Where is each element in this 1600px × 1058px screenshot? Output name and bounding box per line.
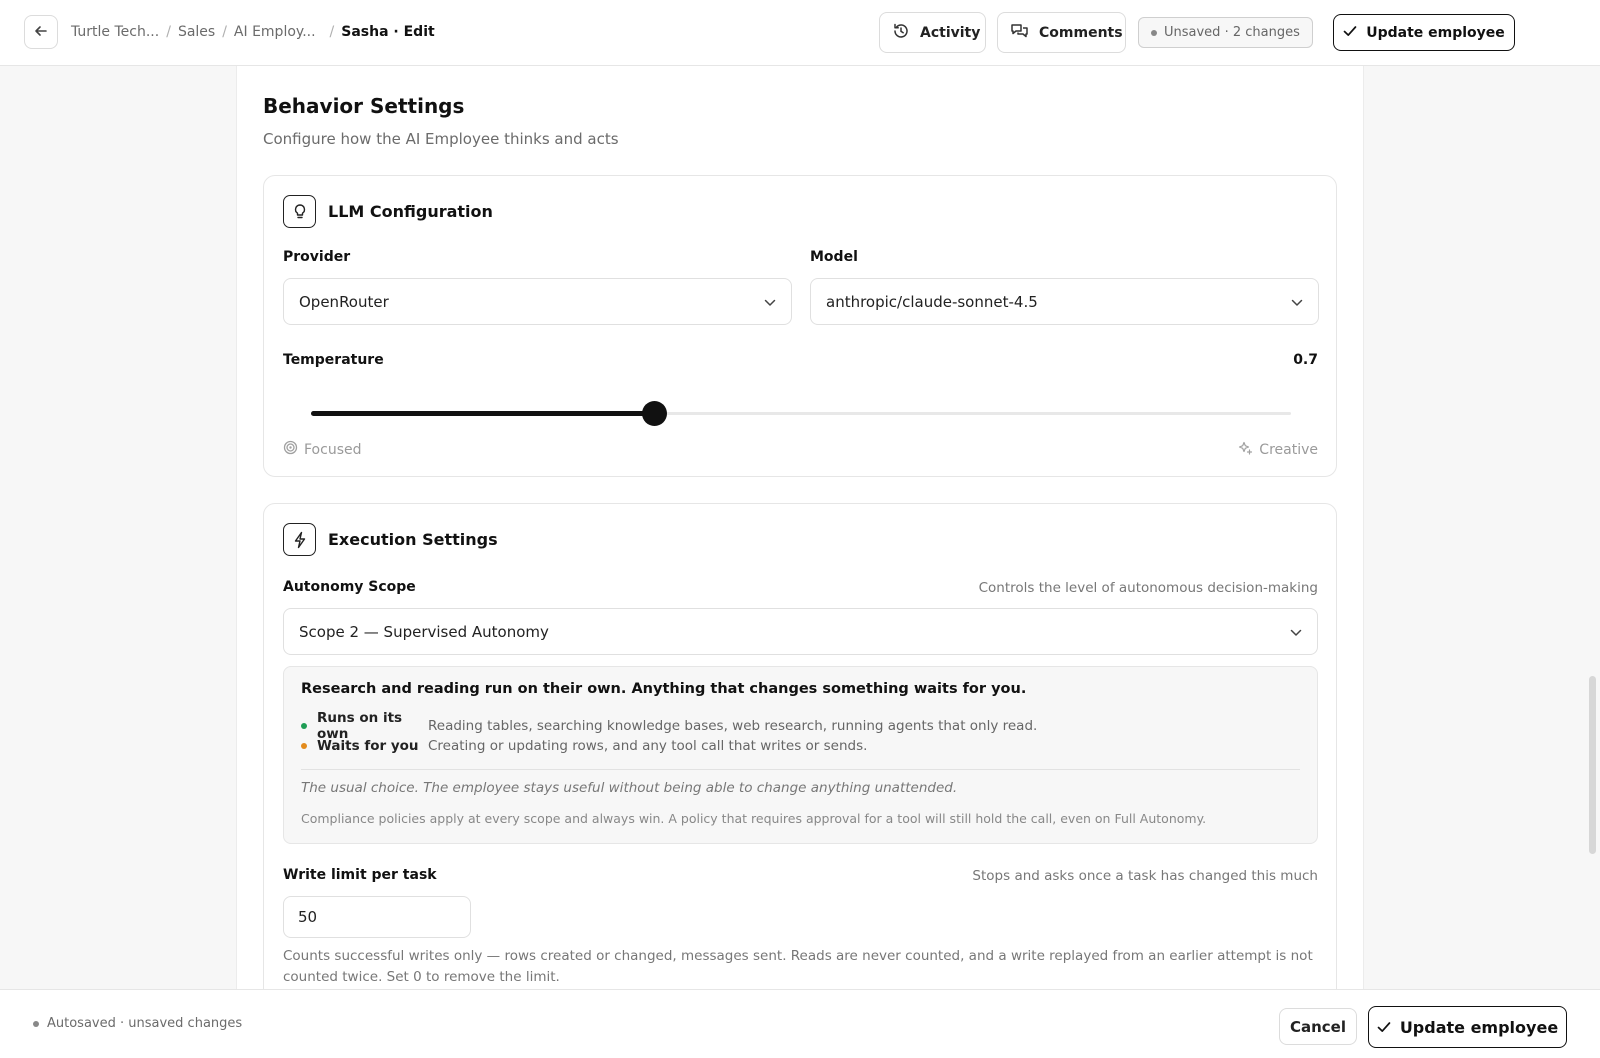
provider-label: Provider (283, 249, 351, 265)
autonomy-scope-description: Research and reading run on their own. A… (283, 666, 1318, 844)
green-status-dot (301, 723, 307, 729)
provider-value: OpenRouter (299, 292, 389, 311)
provider-select[interactable]: OpenRouter (283, 278, 792, 325)
status-dot (1151, 29, 1157, 36)
sparkles-icon (1237, 440, 1253, 460)
bullet-text: Reading tables, searching knowledge base… (428, 718, 1038, 734)
temperature-label: Temperature (283, 352, 384, 368)
top-bar: Turtle Tech... / Sales / AI Employ... / … (0, 0, 1600, 66)
write-limit-label: Write limit per task (283, 867, 437, 883)
lightbulb-icon (283, 195, 316, 228)
cancel-button[interactable]: Cancel (1279, 1008, 1357, 1045)
status-dot (33, 1020, 39, 1027)
activity-label: Activity (920, 24, 981, 41)
execution-settings-card: Execution Settings Autonomy Scope Contro… (263, 503, 1337, 990)
autonomy-scope-select[interactable]: Scope 2 — Supervised Autonomy (283, 608, 1318, 655)
divider (301, 769, 1300, 770)
llm-card-title: LLM Configuration (328, 202, 493, 221)
creative-scale-label: Creative (1237, 440, 1318, 460)
write-limit-hint: Stops and asks once a task has changed t… (972, 868, 1318, 884)
chevron-down-icon (1290, 623, 1302, 641)
chevron-down-icon (1291, 293, 1303, 311)
scope-recommendation: The usual choice. The employee stays use… (301, 780, 958, 796)
comments-icon (1010, 22, 1029, 44)
breadcrumb-item-workspace[interactable]: Turtle Tech... (71, 24, 159, 40)
autosave-status: Autosaved · unsaved changes (33, 1016, 242, 1031)
bullet-text: Creating or updating rows, and any tool … (428, 738, 868, 754)
compliance-note: Compliance policies apply at every scope… (301, 811, 1207, 826)
scope-bullet-waits-for-you: Waits for you Creating or updating rows,… (301, 738, 867, 754)
unsaved-badge: Unsaved · 2 changes (1138, 17, 1313, 48)
arrow-left-icon (34, 23, 48, 42)
autosave-label: Autosaved · unsaved changes (47, 1016, 243, 1031)
orange-status-dot (301, 743, 307, 749)
history-icon (892, 22, 910, 44)
activity-button[interactable]: Activity (879, 12, 986, 53)
back-button[interactable] (24, 15, 58, 49)
focused-scale-label: Focused (283, 440, 361, 459)
chevron-down-icon (764, 293, 776, 311)
check-icon (1377, 1018, 1391, 1037)
breadcrumb-item-current: Sasha · Edit (341, 24, 435, 40)
breadcrumb-item-ai-employees[interactable]: AI Employ... (234, 24, 316, 40)
write-limit-value: 50 (298, 908, 318, 926)
unsaved-label: Unsaved · 2 changes (1164, 25, 1300, 40)
check-icon (1343, 25, 1357, 41)
left-gutter (0, 66, 236, 990)
llm-configuration-card: LLM Configuration Provider OpenRouter Mo… (263, 175, 1337, 477)
update-employee-button[interactable]: Update employee (1333, 14, 1515, 51)
scrollbar[interactable] (1589, 676, 1596, 854)
temperature-slider[interactable] (311, 401, 1291, 426)
autonomy-scope-label: Autonomy Scope (283, 579, 416, 595)
temperature-value: 0.7 (1293, 352, 1318, 368)
breadcrumb-item-sales[interactable]: Sales (178, 24, 215, 40)
breadcrumb-separator: / (329, 24, 335, 40)
creative-label: Creative (1259, 442, 1318, 458)
right-gutter (1364, 66, 1600, 990)
update-employee-label: Update employee (1366, 24, 1505, 41)
autonomy-scope-hint: Controls the level of autonomous decisio… (978, 580, 1318, 596)
breadcrumb-separator: / (222, 24, 227, 40)
scope-description-heading: Research and reading run on their own. A… (301, 681, 1027, 697)
model-select[interactable]: anthropic/claude-sonnet-4.5 (810, 278, 1319, 325)
write-limit-input[interactable]: 50 (283, 896, 471, 938)
target-icon (283, 440, 298, 459)
llm-card-header: LLM Configuration (283, 195, 493, 228)
execution-card-title: Execution Settings (328, 530, 498, 549)
temperature-slider-fill (311, 411, 654, 416)
bullet-label: Waits for you (317, 738, 419, 754)
comments-button[interactable]: Comments (997, 12, 1126, 53)
temperature-slider-thumb[interactable] (642, 401, 667, 426)
execution-card-header: Execution Settings (283, 523, 498, 556)
page-title: Behavior Settings (263, 94, 465, 118)
breadcrumb-separator: / (166, 24, 171, 40)
focused-label: Focused (304, 441, 362, 458)
lightning-icon (283, 523, 316, 556)
page-subtitle: Configure how the AI Employee thinks and… (263, 130, 619, 148)
breadcrumb: Turtle Tech... / Sales / AI Employ... / … (71, 0, 435, 64)
autonomy-scope-value: Scope 2 — Supervised Autonomy (299, 622, 549, 641)
update-employee-label: Update employee (1399, 1017, 1559, 1037)
model-value: anthropic/claude-sonnet-4.5 (826, 292, 1038, 311)
update-employee-button-bottom[interactable]: Update employee (1368, 1006, 1567, 1048)
comments-label: Comments (1039, 24, 1123, 41)
model-label: Model (810, 249, 858, 265)
bottom-bar: Autosaved · unsaved changes Cancel Updat… (0, 989, 1600, 1058)
write-limit-help: Counts successful writes only — rows cre… (283, 948, 1313, 985)
main-content: Behavior Settings Configure how the AI E… (236, 66, 1364, 990)
